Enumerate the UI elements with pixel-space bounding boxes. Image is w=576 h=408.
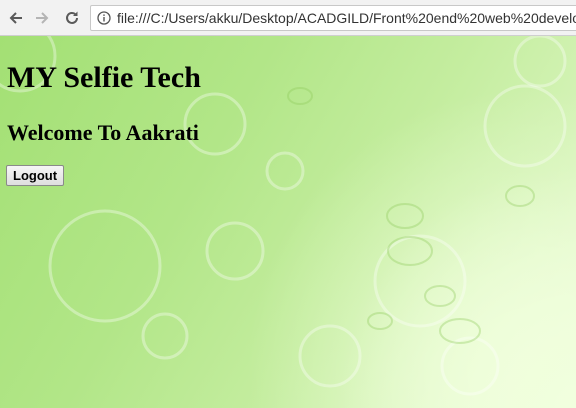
- arrow-right-icon: [36, 12, 49, 24]
- address-bar[interactable]: file:///C:/Users/akku/Desktop/ACADGILD/F…: [90, 5, 576, 31]
- page-title: MY Selfie Tech: [7, 61, 201, 94]
- forward-button[interactable]: [31, 7, 53, 29]
- welcome-heading: Welcome To Aakrati: [7, 120, 199, 145]
- reload-icon: [66, 11, 78, 24]
- logout-button[interactable]: Logout: [6, 165, 65, 186]
- page-viewport: MY Selfie Tech Welcome To Aakrati Logout: [0, 36, 576, 408]
- browser-toolbar: file:///C:/Users/akku/Desktop/ACADGILD/F…: [0, 0, 576, 36]
- arrow-left-icon: [9, 12, 22, 24]
- back-button[interactable]: [5, 7, 27, 29]
- info-icon[interactable]: [97, 11, 111, 25]
- url-text: file:///C:/Users/akku/Desktop/ACADGILD/F…: [117, 10, 576, 26]
- reload-button[interactable]: [61, 7, 83, 29]
